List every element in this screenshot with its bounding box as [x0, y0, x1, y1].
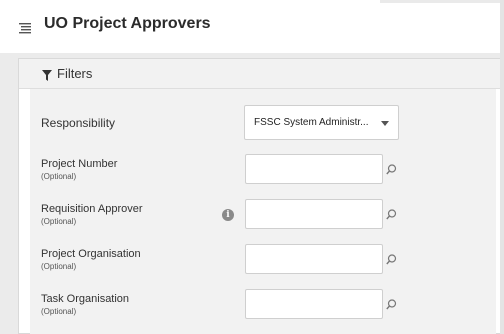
requisition-approver-optional: (Optional): [41, 217, 77, 226]
search-icon[interactable]: [386, 297, 397, 310]
list-icon[interactable]: [19, 21, 31, 34]
filters-header[interactable]: Filters: [19, 59, 501, 89]
header-top-gap: [380, 0, 504, 3]
project-number-label: Project Number: [41, 158, 118, 170]
header-top-strip: [0, 0, 380, 4]
project-organisation-label: Project Organisation: [41, 248, 141, 260]
page-title: UO Project Approvers: [44, 15, 211, 32]
right-edge: [500, 0, 504, 334]
requisition-approver-input[interactable]: [245, 199, 383, 229]
project-organisation-optional: (Optional): [41, 262, 77, 271]
responsibility-label: Responsibility: [41, 116, 116, 130]
requisition-approver-label: Requisition Approver: [41, 203, 143, 215]
search-icon[interactable]: [386, 162, 397, 175]
chevron-down-icon: [381, 121, 389, 126]
project-number-optional: (Optional): [41, 172, 77, 181]
app-header: UO Project Approvers: [0, 0, 504, 53]
responsibility-value: FSSC System Administr...: [254, 117, 369, 128]
responsibility-select[interactable]: FSSC System Administr...: [244, 105, 399, 140]
filters-label: Filters: [57, 66, 93, 81]
search-icon[interactable]: [386, 207, 397, 220]
info-icon[interactable]: i: [222, 209, 234, 221]
project-organisation-input[interactable]: [245, 244, 383, 274]
filter-icon: [42, 68, 52, 81]
task-organisation-label: Task Organisation: [41, 293, 130, 305]
task-organisation-input[interactable]: [245, 289, 383, 319]
project-number-input[interactable]: [245, 154, 383, 184]
task-organisation-optional: (Optional): [41, 307, 77, 316]
search-icon[interactable]: [386, 252, 397, 265]
